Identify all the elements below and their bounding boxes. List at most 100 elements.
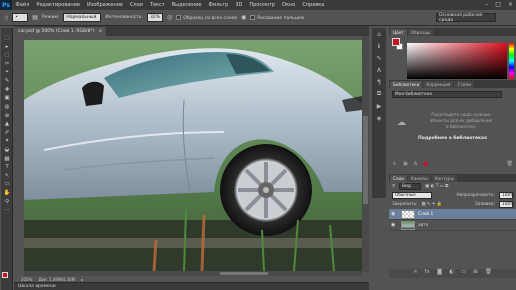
foreground-color-preview[interactable] xyxy=(392,38,400,46)
layer-kind-filter[interactable]: Вид xyxy=(399,183,422,190)
layer-row[interactable]: ◉ Слой 1 xyxy=(389,209,516,220)
tool-icon[interactable]: ✋ xyxy=(2,189,12,198)
hue-slider[interactable] xyxy=(509,43,514,79)
pressure-size-icon[interactable]: ◉ xyxy=(241,14,246,21)
menu-select[interactable]: Выделение xyxy=(168,2,205,8)
text-style-icon[interactable]: A xyxy=(414,161,417,167)
tool-icon[interactable]: ▲ xyxy=(2,120,12,129)
brush-preset-picker[interactable]: • xyxy=(12,13,29,22)
tool-icon[interactable]: ⚲ xyxy=(2,197,12,206)
character-icon[interactable]: A xyxy=(372,64,386,76)
add-graphic-icon[interactable]: ▣ xyxy=(403,161,408,167)
link-layers-icon[interactable]: ∞ xyxy=(413,269,418,278)
menu-help[interactable]: Справка xyxy=(299,2,328,8)
intensity-input[interactable]: 32% xyxy=(146,13,163,22)
document-canvas[interactable] xyxy=(24,40,362,271)
tool-icon[interactable]: ▸ xyxy=(2,43,12,52)
opacity-input[interactable]: 100% xyxy=(499,192,514,199)
tool-icon[interactable]: ⋯ xyxy=(2,206,12,215)
brush-settings-icon[interactable]: ✎ xyxy=(372,52,386,64)
menu-view[interactable]: Просмотр xyxy=(246,2,279,8)
close-tab-icon[interactable]: × xyxy=(99,29,103,34)
add-mask-icon[interactable]: ◙ xyxy=(437,269,442,278)
menu-file[interactable]: Файл xyxy=(12,2,33,8)
all-layers-option[interactable]: Образец со всех слоев xyxy=(176,14,237,21)
all-layers-checkbox[interactable] xyxy=(176,14,182,20)
document-size[interactable]: Док: 1,49M/4,50M xyxy=(38,277,75,282)
tool-icon[interactable]: ▣ xyxy=(2,94,12,103)
foreground-swatch-icon[interactable]: ■ xyxy=(423,161,428,167)
paragraph-icon[interactable]: ¶ xyxy=(372,76,386,88)
close-icon[interactable]: × xyxy=(508,1,513,8)
tool-icon[interactable]: ◒ xyxy=(2,146,12,155)
layer-style-icon[interactable]: fx xyxy=(425,269,430,278)
library-learn-more-link[interactable]: Подробнее о библиотеках xyxy=(389,136,516,141)
color-swatches[interactable] xyxy=(2,272,12,284)
smudge-tool-icon[interactable]: ☝ xyxy=(4,14,8,22)
library-select[interactable]: Моя библиотека xyxy=(392,91,502,98)
info-icon[interactable]: ◈ xyxy=(372,112,386,124)
pressure-icon[interactable]: ◎ xyxy=(167,14,172,21)
color-spectrum[interactable] xyxy=(407,43,507,79)
timeline-panel[interactable]: Шкала времени xyxy=(14,282,369,290)
finger-painting-option[interactable]: Рисование пальцем xyxy=(250,14,304,21)
tab-color[interactable]: Цвет xyxy=(390,29,407,36)
tab-paths[interactable]: Контуры xyxy=(431,175,457,182)
tool-icon[interactable]: ↖ xyxy=(2,172,12,181)
menu-filter[interactable]: Фильтр xyxy=(205,2,232,8)
filter-icons[interactable]: ▣ ◐ T ▭ ⧉ xyxy=(425,184,448,189)
tool-icon[interactable]: ◍ xyxy=(2,103,12,112)
layer-name[interactable]: авто xyxy=(418,223,428,228)
visibility-eye-icon[interactable]: ◉ xyxy=(391,211,398,217)
workspace-select[interactable]: Основная рабочая среда xyxy=(436,13,496,23)
vertical-scroll-thumb[interactable] xyxy=(363,116,368,204)
status-menu-icon[interactable]: ▸ xyxy=(81,277,83,282)
mode-select[interactable]: Нормальный xyxy=(63,13,102,22)
properties-icon[interactable]: ℹ xyxy=(372,40,386,52)
fill-input[interactable]: 100% xyxy=(499,201,514,208)
tool-icon[interactable]: ▭ xyxy=(2,180,12,189)
delete-icon[interactable]: 🗑 xyxy=(507,161,513,167)
new-group-icon[interactable]: ▭ xyxy=(461,269,466,278)
blend-mode-select[interactable]: Обычные xyxy=(392,192,432,199)
tab-adjustments[interactable]: Коррекция xyxy=(423,81,454,88)
actions-icon[interactable]: ▶ xyxy=(372,100,386,112)
foreground-color-swatch[interactable] xyxy=(2,272,8,278)
tool-icon[interactable]: ⬚ xyxy=(2,34,12,43)
tool-icon[interactable]: ⌖ xyxy=(2,68,12,77)
tool-icon[interactable]: ✦ xyxy=(2,137,12,146)
delete-layer-icon[interactable]: 🗑 xyxy=(485,269,492,278)
menu-3d[interactable]: 3D xyxy=(232,2,246,8)
tab-styles[interactable]: Стили xyxy=(454,81,474,88)
history-icon[interactable]: ⌂ xyxy=(372,28,386,40)
lock-icons[interactable]: ▦ ✎ ✛ 🔒 xyxy=(421,202,442,207)
tool-icon[interactable]: T xyxy=(2,163,12,172)
tool-icon[interactable]: ▦ xyxy=(2,154,12,163)
menu-text[interactable]: Текст xyxy=(146,2,168,8)
adjustment-layer-icon[interactable]: ◐ xyxy=(449,269,454,278)
tool-icon[interactable]: ✂ xyxy=(2,60,12,69)
zoom-level[interactable]: 200% xyxy=(21,277,32,282)
tab-channels[interactable]: Каналы xyxy=(407,175,431,182)
add-content-icon[interactable]: ＋ xyxy=(392,160,397,167)
tool-icon[interactable]: ✚ xyxy=(2,86,12,95)
tab-swatches[interactable]: Образцы xyxy=(407,29,434,36)
maximize-icon[interactable]: □ xyxy=(495,1,501,8)
tab-layers[interactable]: Слои xyxy=(390,175,407,182)
minimize-icon[interactable]: – xyxy=(485,1,488,8)
tool-icon[interactable]: ✎ xyxy=(2,77,12,86)
menu-image[interactable]: Изображение xyxy=(83,2,126,8)
timeline-label[interactable]: Шкала времени xyxy=(18,284,56,289)
brush-panel-icon[interactable]: ▤ xyxy=(32,14,38,21)
finger-painting-checkbox[interactable] xyxy=(250,14,256,20)
menu-window[interactable]: Окно xyxy=(279,2,299,8)
layer-name[interactable]: Слой 1 xyxy=(418,212,433,217)
layer-row[interactable]: ◉ авто xyxy=(389,220,516,231)
horizontal-scroll-thumb[interactable] xyxy=(220,272,268,275)
menu-edit[interactable]: Редактирование xyxy=(33,2,84,8)
document-tab[interactable]: car.psd @ 200% (Слой 1, RGB/8*) × xyxy=(14,27,107,36)
tool-icon[interactable]: ◌ xyxy=(2,51,12,60)
new-layer-icon[interactable]: ⊞ xyxy=(473,269,478,278)
menu-layers[interactable]: Слои xyxy=(126,2,146,8)
tab-libraries[interactable]: Библиотеки xyxy=(390,81,423,88)
